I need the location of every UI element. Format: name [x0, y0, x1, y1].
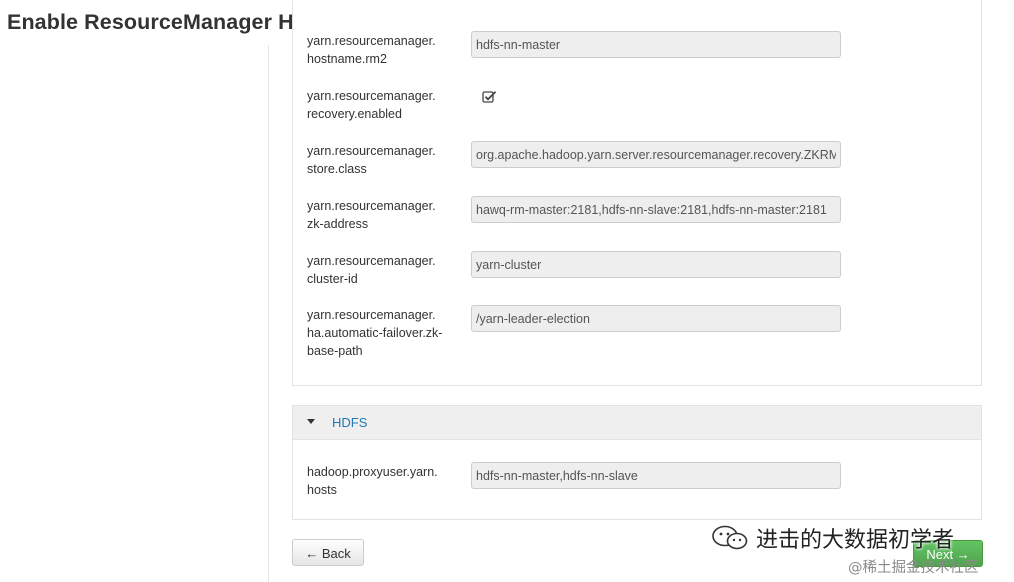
caret-down-icon [307, 419, 315, 424]
property-label: yarn.resourcemanager. store.class [307, 144, 436, 176]
wechat-eye [732, 538, 736, 542]
wechat-bubble-small [726, 532, 748, 550]
watermark: 进击的大数据初学者 [710, 522, 954, 554]
store-class-input[interactable] [471, 141, 841, 168]
hdfs-panel: HDFS hadoop.proxyuser.yarn. hosts [292, 405, 982, 520]
hdfs-section-title[interactable]: HDFS [332, 415, 367, 430]
property-label: yarn.resourcemanager. ha.automatic-failo… [307, 308, 443, 358]
check-mark-icon [484, 91, 497, 101]
zk-address-input[interactable] [471, 196, 841, 223]
wechat-eye [738, 538, 742, 542]
recovery-enabled-checkbox[interactable] [482, 90, 498, 104]
property-label: yarn.resourcemanager. cluster-id [307, 254, 436, 286]
watermark-text: 进击的大数据初学者 [756, 528, 955, 553]
property-label: hadoop.proxyuser.yarn. hosts [307, 465, 438, 497]
sidebar-divider [268, 45, 269, 582]
property-label: yarn.resourcemanager. recovery.enabled [307, 89, 436, 121]
back-button[interactable]: ← Back [292, 539, 364, 566]
wechat-eye [719, 532, 723, 536]
watermark-source: @稀土掘金技术社区 [848, 560, 979, 576]
property-label: yarn.resourcemanager. hostname.rm2 [307, 34, 436, 66]
wechat-eye [726, 532, 730, 536]
yarn-properties-panel: yarn.resourcemanager. hostname.rm2 yarn.… [292, 0, 982, 386]
proxyuser-hosts-input[interactable] [471, 462, 841, 489]
zk-base-path-input[interactable] [471, 305, 841, 332]
hdfs-panel-heading[interactable]: HDFS [293, 406, 981, 440]
hostname-rm2-input[interactable] [471, 31, 841, 58]
wechat-icon [712, 525, 748, 550]
property-label: yarn.resourcemanager. zk-address [307, 199, 436, 231]
cluster-id-input[interactable] [471, 251, 841, 278]
